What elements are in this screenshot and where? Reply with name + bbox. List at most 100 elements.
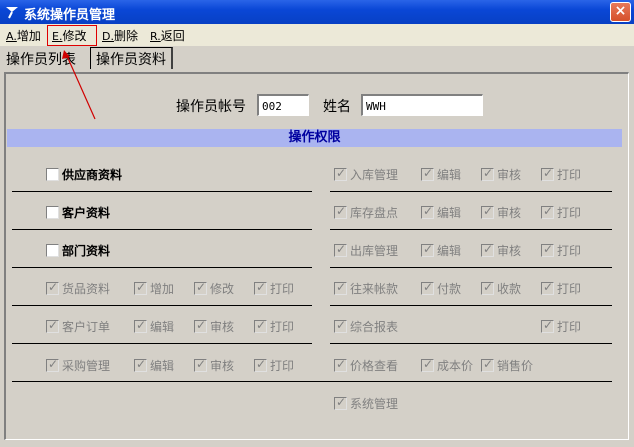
account-label: 操作员帐号 bbox=[176, 99, 246, 115]
checkbox-box: ✓ bbox=[254, 357, 267, 372]
checkbox-label: 付款 bbox=[437, 282, 462, 296]
checkbox-label: 编辑 bbox=[437, 206, 462, 220]
checkbox-label: 入库管理 bbox=[350, 168, 399, 182]
close-button[interactable]: × bbox=[610, 2, 631, 22]
checkbox-box: ✓ bbox=[334, 280, 347, 295]
checkbox-box: ✓ bbox=[46, 318, 59, 333]
sub-permission-checkbox: ✓ 编辑 bbox=[421, 204, 461, 221]
sub-permission-checkbox: ✓ 成本价 bbox=[421, 357, 473, 374]
row-divider bbox=[330, 267, 612, 268]
row-divider bbox=[330, 343, 612, 344]
checkbox-box: ✓ bbox=[421, 204, 434, 219]
checkbox-label: 系统管理 bbox=[350, 397, 399, 411]
checkbox-box: ✓ bbox=[421, 242, 434, 257]
tab-strip: 操作员列表 操作员资料 bbox=[0, 46, 634, 70]
sub-permission-checkbox: ✓ 审核 bbox=[194, 357, 234, 374]
checkbox-label: 打印 bbox=[270, 359, 295, 373]
checkbox-label: 客户订单 bbox=[62, 320, 111, 334]
checkbox-box bbox=[46, 244, 59, 257]
checkmark-icon: ✓ bbox=[336, 166, 347, 180]
checkmark-icon: ✓ bbox=[48, 357, 59, 371]
checkbox-box: ✓ bbox=[254, 318, 267, 333]
row-divider bbox=[12, 229, 312, 230]
checkbox-label: 出库管理 bbox=[350, 244, 399, 258]
checkbox-box: ✓ bbox=[194, 357, 207, 372]
checkbox-label: 编辑 bbox=[437, 168, 462, 182]
checkbox-box: ✓ bbox=[481, 357, 494, 372]
name-input[interactable]: WWH bbox=[361, 94, 483, 116]
permission-checkbox[interactable]: 客户资料 bbox=[46, 204, 110, 221]
row-divider bbox=[330, 229, 612, 230]
checkmark-icon: ✓ bbox=[543, 318, 554, 332]
sub-permission-checkbox: ✓ 打印 bbox=[541, 242, 581, 259]
menu-delete-key: D. bbox=[102, 30, 114, 43]
row-divider bbox=[12, 343, 312, 344]
row-divider bbox=[12, 191, 312, 192]
menu-delete-label: 删除 bbox=[113, 29, 138, 43]
checkbox-label: 审核 bbox=[210, 320, 235, 334]
checkbox-label: 打印 bbox=[557, 244, 582, 258]
permission-checkbox: ✓ 库存盘点 bbox=[334, 204, 398, 221]
checkbox-label: 打印 bbox=[270, 320, 295, 334]
permission-checkbox: ✓ 客户订单 bbox=[46, 318, 110, 335]
checkmark-icon: ✓ bbox=[136, 280, 147, 294]
permission-checkbox: ✓ 采购管理 bbox=[46, 357, 110, 374]
checkbox-label: 货品资料 bbox=[62, 282, 111, 296]
checkmark-icon: ✓ bbox=[336, 204, 347, 218]
checkbox-box: ✓ bbox=[194, 318, 207, 333]
permission-checkbox: ✓ 系统管理 bbox=[334, 395, 398, 412]
checkbox-label: 审核 bbox=[210, 359, 235, 373]
checkbox-label: 打印 bbox=[557, 206, 582, 220]
checkbox-box: ✓ bbox=[481, 280, 494, 295]
checkmark-icon: ✓ bbox=[196, 280, 207, 294]
checkbox-box: ✓ bbox=[421, 280, 434, 295]
checkmark-icon: ✓ bbox=[543, 242, 554, 256]
sub-permission-checkbox: ✓ 审核 bbox=[194, 318, 234, 335]
checkmark-icon: ✓ bbox=[196, 357, 207, 371]
permission-checkbox[interactable]: 部门资料 bbox=[46, 242, 110, 259]
checkbox-box: ✓ bbox=[481, 166, 494, 181]
sub-permission-checkbox: ✓ 收款 bbox=[481, 280, 521, 297]
checkbox-box: ✓ bbox=[541, 242, 554, 257]
checkbox-box: ✓ bbox=[541, 318, 554, 333]
tab-operator-info[interactable]: 操作员资料 bbox=[90, 47, 173, 69]
checkmark-icon: ✓ bbox=[483, 166, 494, 180]
sub-permission-checkbox: ✓ 编辑 bbox=[421, 242, 461, 259]
edit-highlight-box bbox=[47, 25, 97, 46]
checkmark-icon: ✓ bbox=[543, 280, 554, 294]
checkmark-icon: ✓ bbox=[423, 357, 434, 371]
menu-delete[interactable]: D.删除 bbox=[102, 27, 138, 44]
sub-permission-checkbox: ✓ 打印 bbox=[541, 280, 581, 297]
tab-operator-list[interactable]: 操作员列表 bbox=[6, 49, 76, 69]
checkmark-icon: ✓ bbox=[256, 280, 267, 294]
checkmark-icon: ✓ bbox=[483, 280, 494, 294]
checkbox-label: 成本价 bbox=[437, 359, 474, 373]
row-divider bbox=[12, 305, 312, 306]
checkbox-box: ✓ bbox=[541, 166, 554, 181]
checkmark-icon: ✓ bbox=[336, 395, 347, 409]
permission-checkbox: ✓ 入库管理 bbox=[334, 166, 398, 183]
menu-return[interactable]: R.返回 bbox=[150, 27, 185, 44]
account-input[interactable]: 002 bbox=[257, 94, 309, 116]
checkbox-label: 打印 bbox=[557, 282, 582, 296]
checkbox-label: 供应商资料 bbox=[62, 168, 123, 182]
checkmark-icon: ✓ bbox=[336, 318, 347, 332]
checkbox-box: ✓ bbox=[334, 395, 347, 410]
checkmark-icon: ✓ bbox=[48, 318, 59, 332]
sub-permission-checkbox: ✓ 编辑 bbox=[134, 318, 174, 335]
checkbox-label: 销售价 bbox=[497, 359, 534, 373]
menu-add[interactable]: A.增加 bbox=[6, 27, 41, 44]
checkmark-icon: ✓ bbox=[483, 357, 494, 371]
checkbox-label: 审核 bbox=[497, 244, 522, 258]
checkbox-label: 打印 bbox=[557, 320, 582, 334]
name-label: 姓名 bbox=[323, 99, 351, 115]
checkmark-icon: ✓ bbox=[196, 318, 207, 332]
sub-permission-checkbox: ✓ 审核 bbox=[481, 204, 521, 221]
checkbox-box: ✓ bbox=[541, 204, 554, 219]
permission-checkbox[interactable]: 供应商资料 bbox=[46, 166, 122, 183]
sub-permission-checkbox: ✓ 编辑 bbox=[134, 357, 174, 374]
checkbox-box: ✓ bbox=[481, 204, 494, 219]
checkbox-box: ✓ bbox=[46, 280, 59, 295]
checkbox-box: ✓ bbox=[254, 280, 267, 295]
checkbox-label: 编辑 bbox=[437, 244, 462, 258]
